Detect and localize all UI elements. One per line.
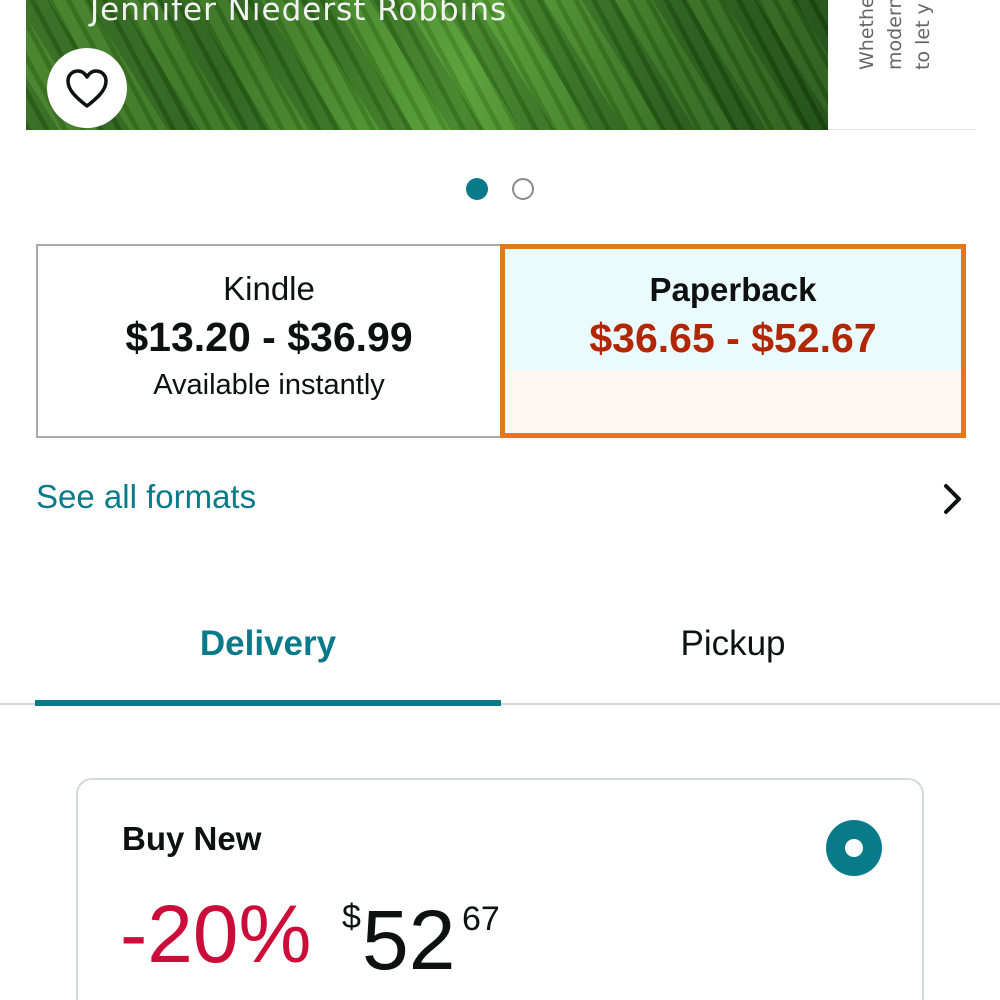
next-image-preview[interactable]: Whethe modern to let y [828, 0, 976, 130]
tab-pickup[interactable]: Pickup [500, 624, 966, 664]
format-name: Kindle [223, 270, 315, 307]
buy-new-title: Buy New [122, 820, 262, 857]
price-fraction: 67 [462, 900, 500, 938]
buy-new-radio-button[interactable] [826, 820, 882, 876]
preview-text-line: modern [884, 0, 906, 70]
price-whole: 52 [362, 893, 456, 987]
format-price: $36.65 - $52.67 [589, 315, 877, 361]
format-price: $13.20 - $36.99 [125, 314, 413, 360]
see-all-formats-link[interactable]: See all formats [36, 478, 256, 516]
price-currency-symbol: $ [342, 898, 361, 936]
chevron-right-icon[interactable] [936, 482, 970, 516]
discount-percentage: -20% [120, 889, 312, 980]
format-option-paperback[interactable]: Paperback $36.65 - $52.67 [500, 244, 966, 438]
carousel-dot-2[interactable] [512, 178, 534, 200]
book-cover-image[interactable]: Jennifer Niederst Robbins [26, 0, 828, 130]
buy-new-option-card[interactable]: Buy New -20% $ 52 67 [76, 778, 924, 1000]
format-option-kindle[interactable]: Kindle $13.20 - $36.99 Available instant… [36, 244, 502, 438]
format-availability: Available instantly [153, 369, 385, 401]
active-tab-indicator [35, 700, 501, 706]
heart-outline-icon [66, 69, 108, 108]
carousel-dot-1[interactable] [466, 178, 488, 200]
cover-author-text: Jennifer Niederst Robbins [90, 0, 508, 28]
preview-text-line: to let y [912, 3, 934, 70]
preview-text-line: Whethe [856, 0, 878, 70]
format-name: Paperback [649, 271, 817, 308]
tab-delivery[interactable]: Delivery [36, 624, 500, 664]
wishlist-button[interactable] [47, 48, 127, 128]
